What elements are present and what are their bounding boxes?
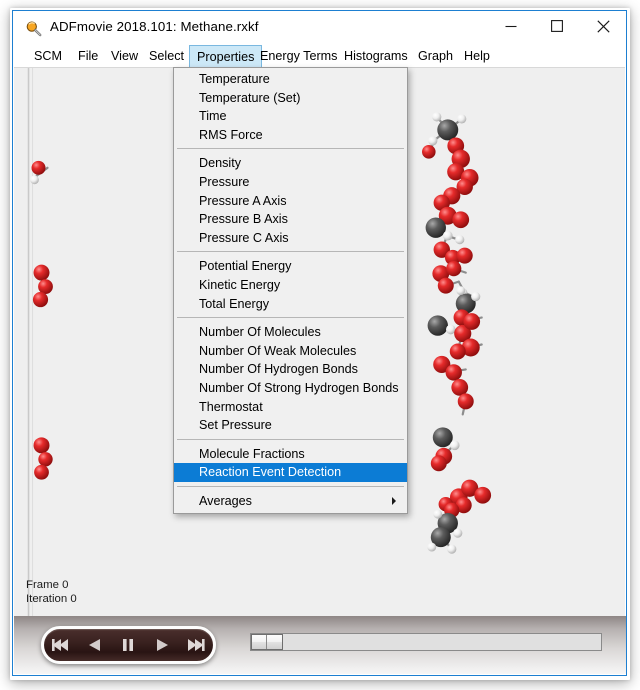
skip-forward-icon [188, 639, 205, 651]
frame-slider-thumb[interactable] [251, 634, 283, 650]
menu-item-label: Total Energy [199, 296, 270, 311]
menu-item-time[interactable]: Time [174, 107, 407, 126]
menu-item-reaction-event-detection[interactable]: Reaction Event Detection [174, 463, 407, 482]
menu-separator [177, 438, 404, 441]
menu-item-label: Pressure C Axis [199, 230, 289, 245]
menu-label: Graph [418, 49, 454, 63]
menu-item-label: Density [199, 156, 241, 171]
menu-view[interactable]: View [104, 45, 145, 67]
menu-item-label: Number Of Weak Molecules [199, 343, 357, 358]
menu-help[interactable]: Help [457, 45, 497, 67]
menu-item-label: Time [199, 109, 227, 124]
pause-icon [123, 639, 134, 651]
close-button[interactable] [580, 11, 626, 41]
menu-item-label: Number Of Hydrogen Bonds [199, 362, 358, 377]
window-title: ADFmovie 2018.101: Methane.rxkf [50, 19, 259, 34]
application-window: ADFmovie 2018.101: Methane.rxkf SCM File V… [12, 10, 627, 676]
menu-label: File [78, 49, 99, 63]
minimize-button[interactable] [488, 11, 534, 41]
menu-item-label: Thermostat [199, 399, 263, 414]
menu-energy-terms[interactable]: Energy Terms [253, 45, 344, 67]
atom-hydrogen [432, 112, 442, 122]
status-readout: Frame 0 Iteration 0 [26, 578, 77, 606]
menu-item-label: Pressure A Axis [199, 193, 287, 208]
menu-item-label: RMS Force [199, 127, 263, 142]
menu-separator [177, 485, 404, 488]
maximize-icon [551, 20, 563, 32]
menu-item-averages[interactable]: Averages [174, 492, 407, 511]
menu-item-pressure[interactable]: Pressure [174, 173, 407, 192]
menu-label: View [111, 49, 139, 63]
play-button[interactable] [148, 632, 176, 658]
menu-item-number-of-weak-molecules[interactable]: Number Of Weak Molecules [174, 342, 407, 361]
menu-file[interactable]: File [71, 45, 105, 67]
menu-item-thermostat[interactable]: Thermostat [174, 398, 407, 417]
submenu-arrow-icon [392, 497, 396, 506]
menu-item-label: Pressure B Axis [199, 212, 288, 227]
menu-label: Select [149, 49, 185, 63]
pause-button[interactable] [114, 632, 142, 658]
menu-label: SCM [34, 49, 62, 63]
menu-item-total-energy[interactable]: Total Energy [174, 295, 407, 314]
menu-separator [177, 148, 404, 150]
menu-item-label: Kinetic Energy [199, 277, 281, 292]
menu-item-molecule-fractions[interactable]: Molecule Fractions [174, 445, 407, 464]
desktop-background: ADFmovie 2018.101: Methane.rxkf SCM File V… [0, 0, 640, 690]
menu-scm[interactable]: SCM [27, 45, 69, 67]
menu-separator [177, 251, 404, 253]
properties-dropdown-menu: Temperature Temperature (Set) Time RMS Forc… [173, 67, 408, 515]
menu-item-temperature-set-[interactable]: Temperature (Set) [174, 89, 407, 108]
menu-item-label: Set Pressure [199, 418, 272, 433]
menu-histograms[interactable]: Histograms [337, 45, 415, 67]
menu-item-pressure-c-axis[interactable]: Pressure C Axis [174, 229, 407, 248]
menu-item-label: Reaction Event Detection [199, 465, 342, 480]
skip-back-icon [51, 639, 68, 651]
menu-item-kinetic-energy[interactable]: Kinetic Energy [174, 276, 407, 295]
atom-carbon [437, 119, 459, 141]
menu-item-label: Molecule Fractions [199, 446, 305, 461]
menu-item-temperature[interactable]: Temperature [174, 70, 407, 89]
menu-label: Energy Terms [260, 49, 338, 63]
menu-item-density[interactable]: Density [174, 154, 407, 173]
player-bar [14, 616, 626, 674]
skip-to-start-button[interactable] [47, 632, 75, 658]
menu-item-label: Number Of Strong Hydrogen Bonds [199, 380, 399, 395]
menu-item-label: Temperature [199, 72, 270, 86]
close-icon [596, 19, 610, 33]
play-icon [157, 639, 169, 651]
menu-label: Help [464, 49, 490, 63]
menu-item-label: Potential Energy [199, 259, 292, 274]
menu-separator [177, 317, 404, 319]
menu-item-number-of-molecules[interactable]: Number Of Molecules [174, 323, 407, 342]
step-back-button[interactable] [81, 632, 109, 658]
frame-label: Frame 0 [26, 579, 69, 591]
minimize-icon [505, 25, 517, 28]
transport-controls [41, 626, 216, 664]
menu-bar: SCM File View Select Properties Energy Terms H… [13, 45, 626, 67]
menu-select[interactable]: Select [142, 45, 191, 67]
menu-item-number-of-strong-hydrogen-bonds[interactable]: Number Of Strong Hydrogen Bonds [174, 379, 407, 398]
menu-item-number-of-hydrogen-bonds[interactable]: Number Of Hydrogen Bonds [174, 360, 407, 379]
menu-item-pressure-a-axis[interactable]: Pressure A Axis [174, 192, 407, 211]
menu-item-pressure-b-axis[interactable]: Pressure B Axis [174, 210, 407, 229]
menu-item-label: Pressure [199, 174, 250, 189]
maximize-button[interactable] [534, 11, 580, 41]
menu-item-rms-force[interactable]: RMS Force [174, 126, 407, 145]
menu-properties[interactable]: Properties [189, 45, 263, 67]
magnifier-icon [25, 20, 42, 37]
menu-item-label: Averages [199, 493, 252, 508]
menu-item-potential-energy[interactable]: Potential Energy [174, 257, 407, 276]
iteration-label: Iteration 0 [26, 593, 77, 605]
menu-item-label: Temperature (Set) [199, 90, 301, 105]
menu-graph[interactable]: Graph [411, 45, 460, 67]
rewind-icon [88, 639, 100, 651]
frame-slider[interactable] [250, 633, 602, 651]
menu-label: Properties [197, 49, 255, 64]
menu-item-set-pressure[interactable]: Set Pressure [174, 416, 407, 435]
atom-oxygen [33, 264, 50, 281]
menu-label: Histograms [344, 49, 408, 63]
skip-to-end-button[interactable] [182, 632, 210, 658]
menu-item-label: Number Of Molecules [199, 325, 321, 340]
title-bar: ADFmovie 2018.101: Methane.rxkf [13, 11, 626, 45]
